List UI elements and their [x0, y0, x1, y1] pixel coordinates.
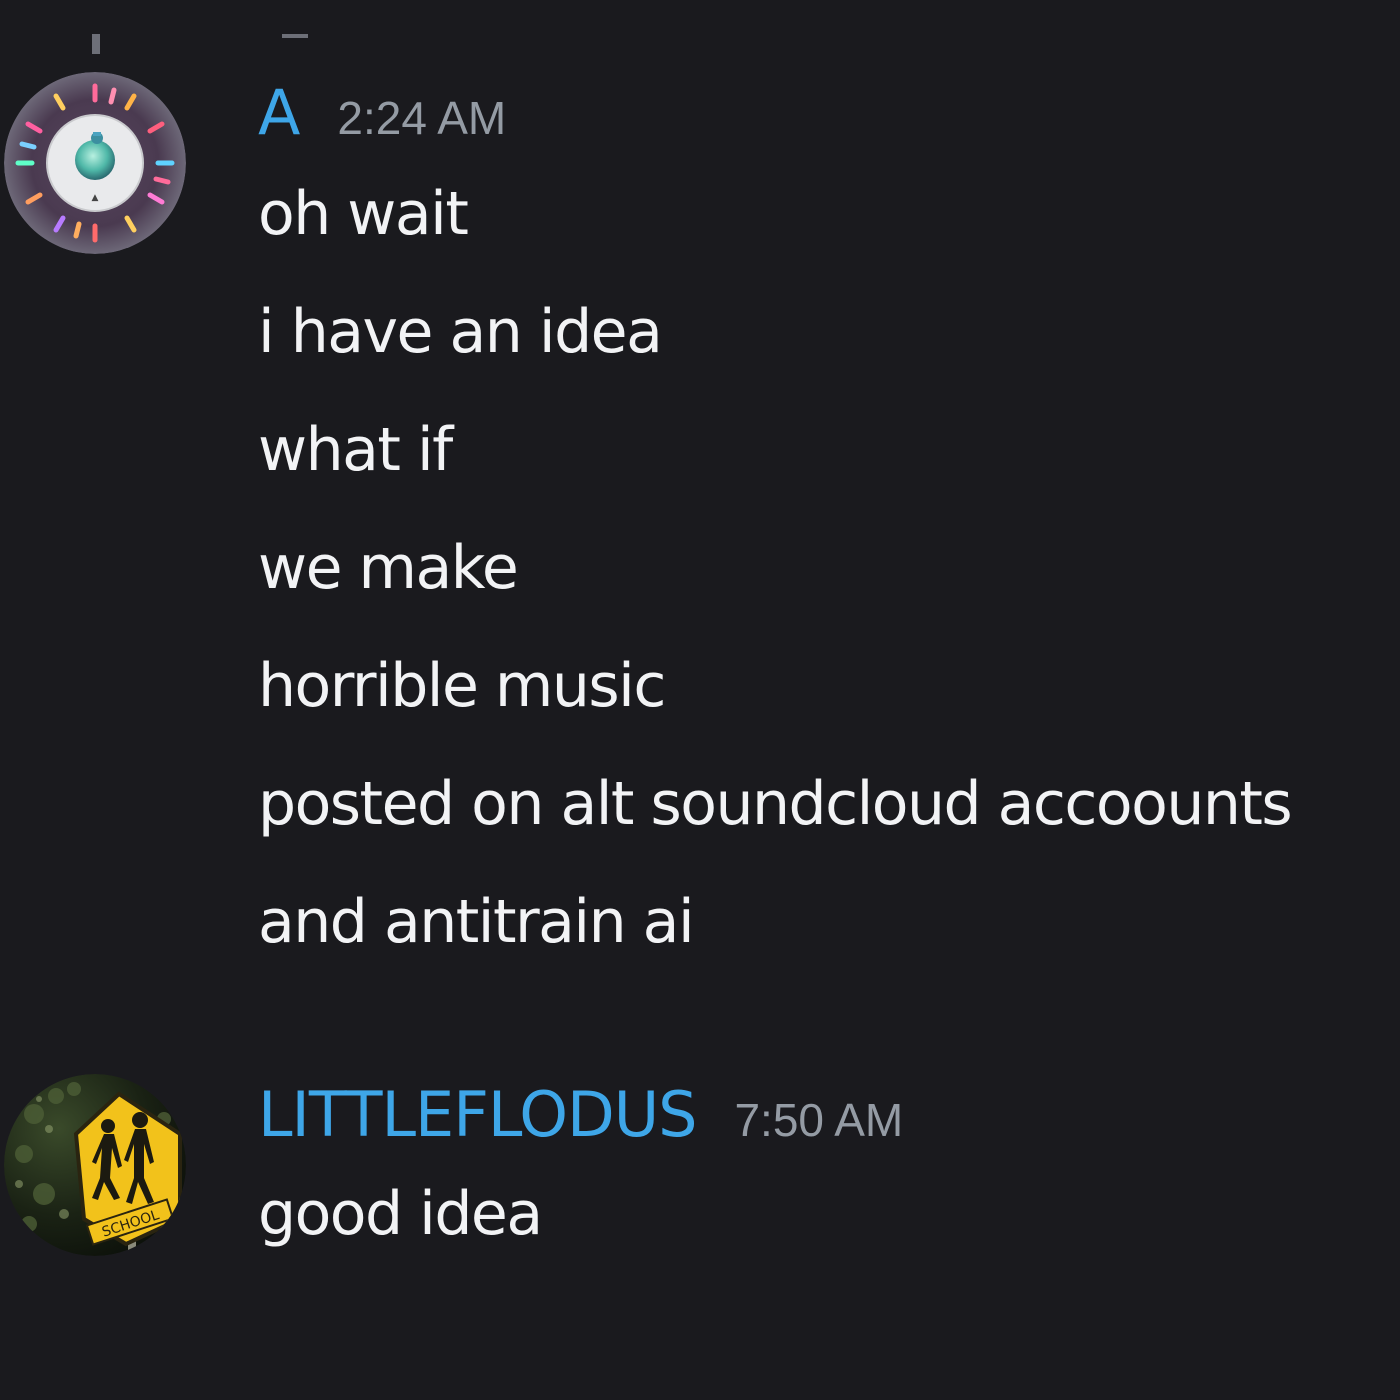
message-line: horrible music [258, 651, 666, 721]
user-avatar[interactable]: ▲ [4, 72, 186, 254]
message-header: A 2:24 AM [258, 76, 506, 149]
message-line: oh wait [258, 179, 469, 249]
timestamp[interactable]: 2:24 AM [337, 91, 506, 145]
user-avatar[interactable]: SCHOOL [4, 1074, 186, 1256]
message-header: LITTLEFLODUS 7:50 AM [258, 1078, 903, 1151]
message-group: SCHOOL LITTLEFLODUS 7:50 AM good idea [0, 1000, 1400, 1400]
username[interactable]: A [258, 76, 300, 149]
message-line: i have an idea [258, 297, 663, 367]
username[interactable]: LITTLEFLODUS [258, 1078, 697, 1151]
message-line: posted on alt soundcloud accoounts [258, 769, 1293, 839]
message-line: what if [258, 415, 453, 485]
message-line: and antitrain ai [258, 887, 695, 957]
disc-avatar-icon: ▲ [4, 72, 186, 254]
message-group: ▲ A 2:24 AM oh wait i have an idea what … [0, 0, 1400, 1000]
message-line: good idea [258, 1179, 543, 1249]
school-crossing-sign-avatar-icon: SCHOOL [4, 1074, 186, 1256]
message-line: we make [258, 533, 519, 603]
svg-text:▲: ▲ [92, 193, 99, 203]
timestamp[interactable]: 7:50 AM [734, 1093, 903, 1147]
